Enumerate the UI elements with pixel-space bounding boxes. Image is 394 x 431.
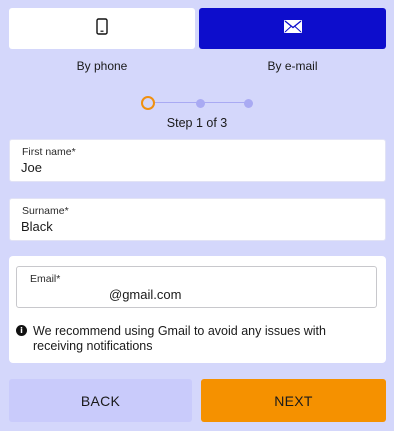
surname-field[interactable]: Surname* bbox=[9, 198, 386, 241]
first-name-input[interactable] bbox=[21, 160, 361, 175]
step-2-dot bbox=[196, 99, 205, 108]
by-phone-button[interactable] bbox=[9, 8, 195, 49]
first-name-field[interactable]: First name* bbox=[9, 139, 386, 182]
registration-screen: By phone By e-mail Step 1 of 3 First nam… bbox=[0, 0, 394, 431]
envelope-icon bbox=[283, 19, 302, 38]
surname-input[interactable] bbox=[21, 219, 361, 234]
by-phone-label: By phone bbox=[76, 59, 128, 73]
gmail-recommendation-text: We recommend using Gmail to avoid any is… bbox=[33, 324, 326, 353]
next-button[interactable]: NEXT bbox=[201, 379, 386, 422]
by-email-label: By e-mail bbox=[267, 59, 318, 73]
email-label: Email* bbox=[30, 273, 61, 285]
back-button[interactable]: BACK bbox=[9, 379, 192, 422]
step-indicator bbox=[140, 95, 255, 111]
step-1-dot bbox=[141, 96, 155, 110]
by-email-button[interactable] bbox=[199, 8, 386, 49]
email-field[interactable]: Email* @gmail.com bbox=[16, 266, 377, 308]
surname-label: Surname* bbox=[22, 205, 69, 217]
email-input-value[interactable]: @gmail.com bbox=[109, 287, 181, 302]
step-text: Step 1 of 3 bbox=[166, 116, 228, 130]
first-name-label: First name* bbox=[22, 146, 76, 158]
info-icon: i bbox=[16, 325, 27, 336]
step-3-dot bbox=[244, 99, 253, 108]
email-card: Email* @gmail.com i We recommend using G… bbox=[9, 256, 386, 363]
phone-icon bbox=[96, 17, 108, 40]
